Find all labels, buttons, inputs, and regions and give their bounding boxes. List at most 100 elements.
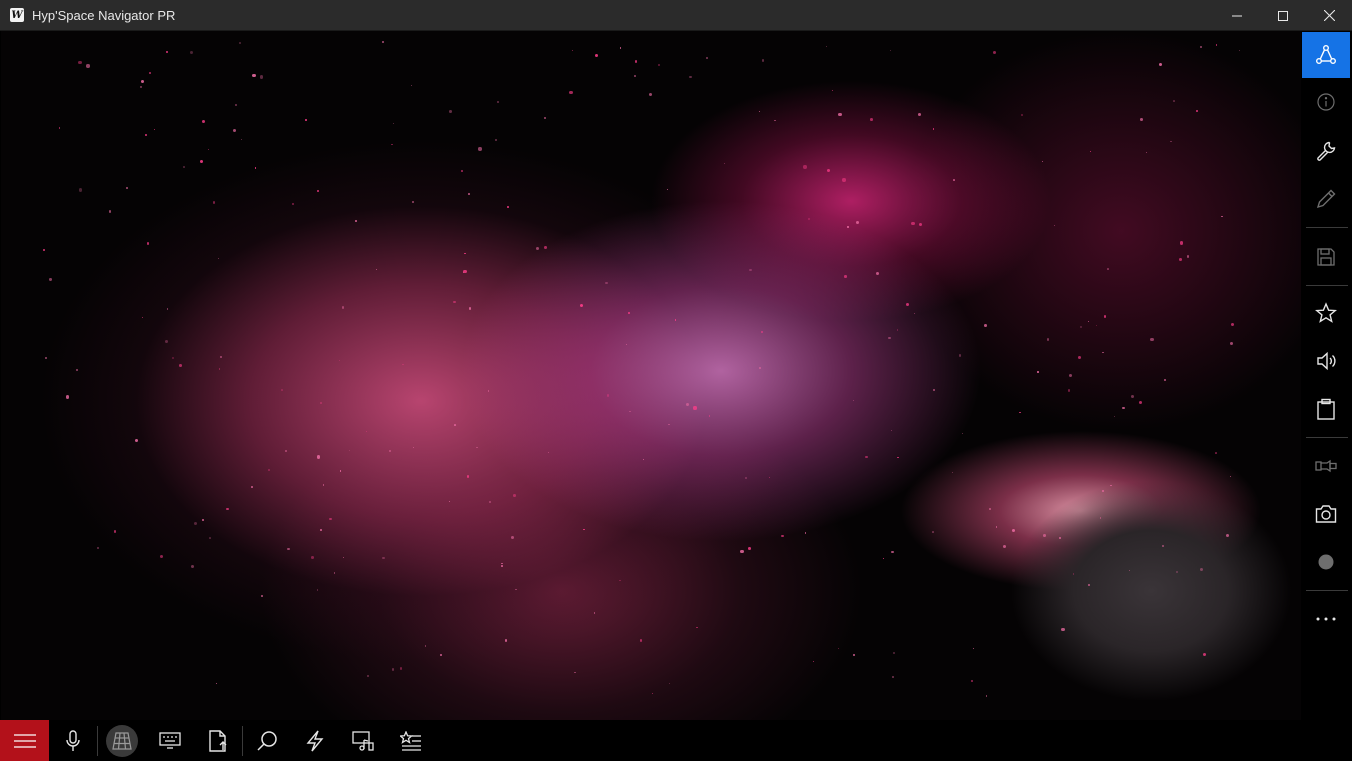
powder-speck bbox=[201, 518, 205, 522]
powder-speck bbox=[1077, 356, 1081, 360]
powder-speck bbox=[349, 449, 351, 452]
more-button[interactable] bbox=[1302, 596, 1350, 642]
powder-speck bbox=[234, 103, 238, 106]
powder-speck bbox=[164, 340, 168, 344]
quick-actions-button[interactable] bbox=[291, 720, 339, 761]
main-menu-button[interactable] bbox=[0, 720, 49, 761]
content-viewer[interactable] bbox=[1, 31, 1301, 720]
powder-speck bbox=[1163, 378, 1167, 382]
powder-speck bbox=[855, 221, 859, 225]
powder-speck bbox=[544, 246, 547, 249]
keyboard-button[interactable] bbox=[146, 720, 194, 761]
clipboard-button[interactable] bbox=[1302, 386, 1350, 432]
powder-speck bbox=[723, 163, 726, 165]
edit-button[interactable] bbox=[1302, 176, 1350, 222]
powder-speck bbox=[401, 363, 404, 366]
powder-speck bbox=[381, 41, 384, 44]
powder-speck bbox=[1239, 50, 1241, 52]
powder-speck bbox=[838, 112, 842, 117]
save-button[interactable] bbox=[1302, 234, 1350, 280]
powder-speck bbox=[803, 165, 807, 169]
tools-button[interactable] bbox=[1302, 128, 1350, 174]
powder-speck bbox=[749, 268, 752, 272]
search-button[interactable] bbox=[243, 720, 291, 761]
powder-speck bbox=[254, 167, 257, 169]
flashlight-button[interactable] bbox=[1302, 443, 1350, 489]
powder-speck bbox=[1087, 584, 1090, 587]
minimize-button[interactable] bbox=[1214, 0, 1260, 31]
powder-speck bbox=[1203, 652, 1207, 656]
powder-speck bbox=[1131, 395, 1135, 399]
read-aloud-button[interactable] bbox=[1302, 338, 1350, 384]
powder-speck bbox=[1187, 255, 1190, 258]
maximize-button[interactable] bbox=[1260, 0, 1306, 31]
powder-speck bbox=[1199, 46, 1202, 49]
powder-speck bbox=[391, 143, 393, 146]
pencil-icon bbox=[1316, 189, 1336, 209]
powder-speck bbox=[159, 555, 164, 559]
powder-speck bbox=[842, 178, 846, 182]
powder-speck bbox=[292, 203, 295, 206]
powder-speck bbox=[808, 217, 810, 220]
share-button[interactable] bbox=[1302, 32, 1350, 78]
powder-speck bbox=[831, 90, 833, 92]
favorite-button[interactable] bbox=[1302, 290, 1350, 336]
powder-speck bbox=[494, 139, 497, 142]
voice-button[interactable] bbox=[49, 720, 97, 761]
powder-speck bbox=[268, 469, 271, 471]
powder-speck bbox=[992, 51, 996, 55]
powder-speck bbox=[652, 693, 654, 695]
powder-speck bbox=[888, 336, 892, 340]
powder-speck bbox=[1047, 338, 1050, 341]
powder-speck bbox=[1221, 215, 1223, 217]
right-sidebar bbox=[1302, 31, 1352, 720]
bottom-toolbar bbox=[0, 720, 1352, 761]
powder-speck bbox=[593, 612, 595, 614]
powder-speck bbox=[932, 389, 936, 392]
powder-speck bbox=[466, 475, 470, 478]
powder-speck bbox=[826, 169, 830, 173]
powder-speck bbox=[135, 438, 139, 443]
web-button[interactable] bbox=[98, 720, 146, 761]
powder-speck bbox=[316, 455, 321, 459]
powder-speck bbox=[896, 329, 899, 331]
powder-speck bbox=[1068, 374, 1072, 378]
powder-speck bbox=[238, 41, 242, 45]
save-icon bbox=[1317, 248, 1335, 266]
record-button[interactable] bbox=[1302, 539, 1350, 585]
powder-speck bbox=[58, 126, 61, 129]
media-button[interactable] bbox=[339, 720, 387, 761]
powder-speck bbox=[619, 47, 622, 49]
powder-speck bbox=[240, 138, 242, 141]
info-button[interactable] bbox=[1302, 79, 1350, 125]
powder-speck bbox=[513, 493, 517, 497]
powder-speck bbox=[1079, 326, 1082, 329]
powder-speck bbox=[996, 526, 998, 528]
powder-speck bbox=[453, 300, 456, 304]
powder-speck bbox=[1113, 416, 1116, 418]
powder-speck bbox=[333, 572, 336, 574]
powder-speck bbox=[1122, 406, 1125, 410]
share-file-button[interactable] bbox=[194, 720, 242, 761]
powder-speck bbox=[342, 556, 345, 559]
wrench-icon bbox=[1317, 141, 1336, 161]
powder-speck bbox=[140, 86, 142, 88]
powder-speck bbox=[305, 119, 308, 121]
screenshot-button[interactable] bbox=[1302, 491, 1350, 537]
powder-speck bbox=[183, 166, 186, 169]
powder-speck bbox=[582, 528, 585, 531]
powder-speck bbox=[826, 46, 828, 48]
powder-speck bbox=[113, 530, 116, 533]
powder-speck bbox=[341, 306, 345, 309]
powder-speck bbox=[569, 90, 573, 95]
powder-speck bbox=[865, 455, 868, 459]
powder-speck bbox=[625, 343, 627, 345]
powder-speck bbox=[260, 595, 263, 597]
powder-speck bbox=[890, 429, 892, 431]
close-button[interactable] bbox=[1306, 0, 1352, 31]
powder-speck bbox=[1145, 151, 1148, 154]
favorites-list-button[interactable] bbox=[387, 720, 435, 761]
powder-speck bbox=[310, 555, 314, 559]
powder-speck bbox=[1106, 268, 1109, 270]
minimize-icon bbox=[1232, 15, 1242, 16]
